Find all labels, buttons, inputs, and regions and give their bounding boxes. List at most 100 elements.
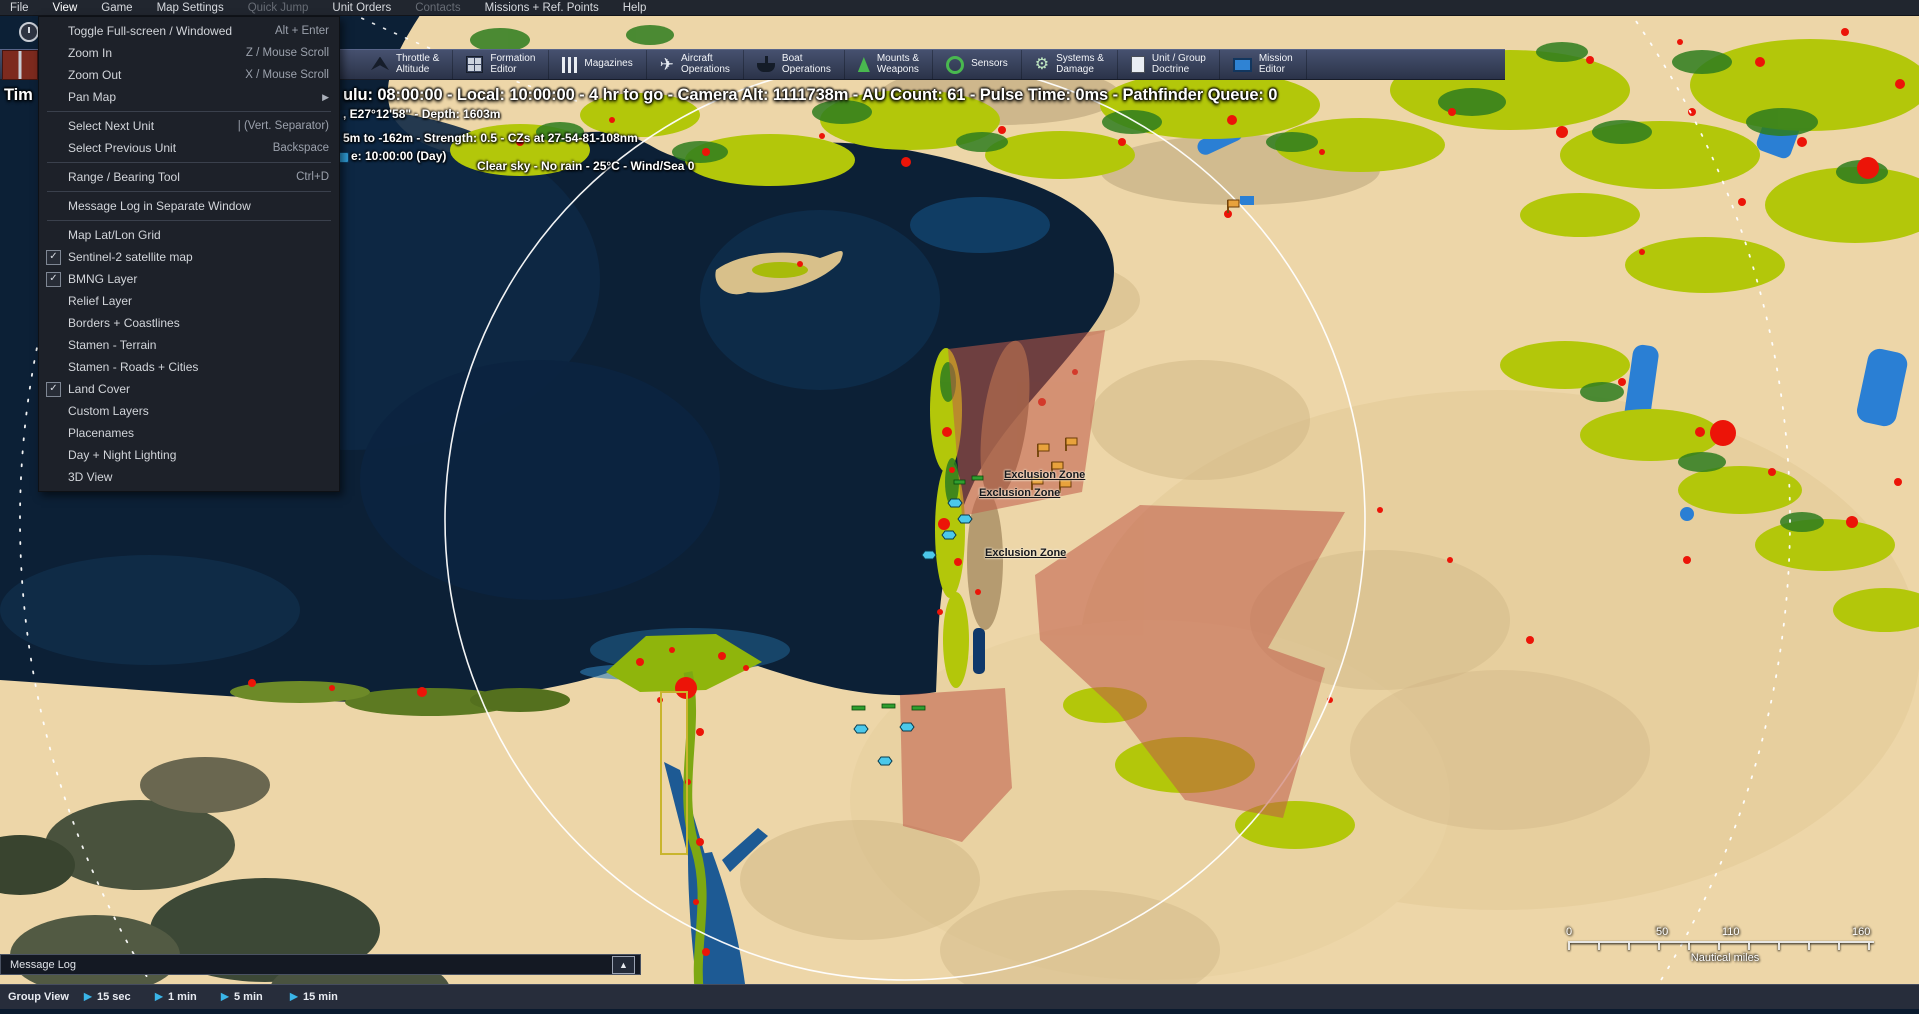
menu-item-select-next-unit[interactable]: Select Next Unit | (Vert. Separator) — [39, 115, 339, 137]
menu-unit-orders[interactable]: Unit Orders — [332, 2, 391, 14]
systems-damage-icon: ⚙ — [1035, 57, 1049, 73]
menu-item-label: Day + Night Lighting — [68, 448, 329, 462]
sensors-icon — [946, 56, 964, 74]
menu-item-zoom-in[interactable]: Zoom In Z / Mouse Scroll — [39, 42, 339, 64]
play-icon: ▶ — [290, 992, 298, 1003]
menu-item-sentinel2-satellite-map[interactable]: ✓ Sentinel-2 satellite map — [39, 246, 339, 268]
throttle-altitude-icon — [371, 57, 389, 73]
scale-tick: 110 — [1722, 926, 1740, 938]
toolbar-button-systems-damage[interactable]: ⚙ Systems &Damage — [1022, 50, 1118, 79]
toolbar-button-mounts-weapons[interactable]: Mounts &Weapons — [845, 50, 933, 79]
formation-editor-icon — [466, 56, 483, 73]
toolbar-button-label: MissionEditor — [1259, 54, 1293, 75]
toolbar-button-mission-editor[interactable]: MissionEditor — [1220, 50, 1307, 79]
menu-item-label: 3D View — [68, 470, 329, 484]
group-view-button[interactable]: Group View — [8, 991, 69, 1003]
check-slot: ✓ — [45, 382, 62, 397]
toolbar-button-throttle-altitude[interactable]: Throttle &Altitude — [358, 50, 453, 79]
exclusion-zone-label[interactable]: Exclusion Zone — [1004, 469, 1085, 481]
menu-item-label: Stamen - Terrain — [68, 338, 329, 352]
scale-unit-label: Nautical miles — [1560, 952, 1890, 964]
menu-item-day-night-lighting[interactable]: Day + Night Lighting — [39, 444, 339, 466]
expand-message-log-button[interactable]: ▲ — [612, 956, 635, 974]
menu-missions-ref-points[interactable]: Missions + Ref. Points — [485, 2, 599, 14]
menu-item-shortcut: Backspace — [273, 142, 329, 154]
menu-item-map-latlon-grid[interactable]: Map Lat/Lon Grid — [39, 224, 339, 246]
map-scale: 0 50 110 160 Nautical miles — [1560, 926, 1890, 964]
mounts-weapons-icon — [858, 57, 870, 72]
exclusion-zone-label[interactable]: Exclusion Zone — [985, 547, 1066, 559]
menu-item-message-log-separate-window[interactable]: Message Log in Separate Window — [39, 195, 339, 217]
mission-editor-icon — [1233, 58, 1252, 72]
magazines-icon — [562, 57, 577, 73]
menu-item-label: Placenames — [68, 426, 329, 440]
menu-item-custom-layers[interactable]: Custom Layers — [39, 400, 339, 422]
local-time-info: e: 10:00:00 (Day) — [351, 149, 446, 163]
menu-view[interactable]: View — [53, 2, 78, 14]
interval-1min-button[interactable]: 1 min — [168, 991, 197, 1003]
interval-15sec-button[interactable]: 15 sec — [97, 991, 131, 1003]
cursor-position-info: , E27°12'58" - Depth: 1603m — [343, 107, 500, 121]
menu-item-select-previous-unit[interactable]: Select Previous Unit Backspace — [39, 137, 339, 159]
menu-item-placenames[interactable]: Placenames — [39, 422, 339, 444]
toolbar-button-label: Mounts &Weapons — [877, 54, 919, 75]
check-slot: ✓ — [45, 250, 62, 265]
menu-item-shortcut: Z / Mouse Scroll — [246, 47, 329, 59]
menu-item-label: Select Next Unit — [68, 119, 238, 133]
interval-15min-button[interactable]: 15 min — [303, 991, 338, 1003]
toolbar-left-icon-fragment — [2, 50, 38, 80]
toolbar-button-unit-group-doctrine[interactable]: Unit / GroupDoctrine — [1118, 50, 1220, 79]
sonar-layer-info: 5m to -162m - Strength: 0.5 - CZs at 27-… — [343, 131, 638, 145]
time-label-fragment: Tim — [4, 86, 33, 105]
menu-item-pan-map[interactable]: Pan Map ▶ — [39, 86, 339, 108]
scale-tick: 0 — [1566, 926, 1572, 938]
menu-item-label: Toggle Full-screen / Windowed — [68, 24, 275, 38]
menu-item-label: Message Log in Separate Window — [68, 199, 329, 213]
menu-item-3d-view[interactable]: 3D View — [39, 466, 339, 488]
menu-item-label: Borders + Coastlines — [68, 316, 329, 330]
menu-item-relief-layer[interactable]: Relief Layer — [39, 290, 339, 312]
menu-item-stamen-roads-cities[interactable]: Stamen - Roads + Cities — [39, 356, 339, 378]
submenu-arrow-icon: ▶ — [322, 92, 329, 103]
message-log-bar[interactable]: Message Log ▲ — [0, 954, 641, 975]
boat-operations-icon — [757, 63, 775, 72]
toolbar-button-sensors[interactable]: Sensors — [933, 50, 1022, 79]
menu-item-label: Zoom In — [68, 46, 246, 60]
toolbar-button-label: Throttle &Altitude — [396, 54, 439, 75]
check-icon: ✓ — [46, 250, 61, 265]
menu-item-land-cover[interactable]: ✓ Land Cover — [39, 378, 339, 400]
menu-item-toggle-fullscreen[interactable]: Toggle Full-screen / Windowed Alt + Ente… — [39, 20, 339, 42]
play-icon: ▶ — [155, 992, 163, 1003]
toolbar-button-magazines[interactable]: Magazines — [549, 50, 646, 79]
scale-ruler — [1568, 941, 1874, 950]
menu-item-stamen-terrain[interactable]: Stamen - Terrain — [39, 334, 339, 356]
menu-separator — [47, 220, 331, 221]
check-slot: ✓ — [45, 272, 62, 287]
menu-file[interactable]: File — [10, 2, 29, 14]
menu-item-label: Land Cover — [68, 382, 329, 396]
toolbar-button-formation-editor[interactable]: FormationEditor — [453, 50, 549, 79]
menu-separator — [47, 191, 331, 192]
toolbar-button-label: Systems &Damage — [1056, 54, 1104, 75]
menu-map-settings[interactable]: Map Settings — [157, 2, 224, 14]
clock-icon[interactable] — [19, 22, 39, 42]
menu-item-label: Range / Bearing Tool — [68, 170, 296, 184]
scale-tick-labels: 0 50 110 160 — [1560, 926, 1890, 939]
menu-item-bmng-layer[interactable]: ✓ BMNG Layer — [39, 268, 339, 290]
toolbar-button-boat-operations[interactable]: BoatOperations — [744, 50, 845, 79]
interval-5min-button[interactable]: 5 min — [234, 991, 263, 1003]
menu-help[interactable]: Help — [623, 2, 647, 14]
toolbar-button-label: BoatOperations — [782, 54, 831, 75]
exclusion-zone-label[interactable]: Exclusion Zone — [979, 487, 1060, 499]
menu-item-borders-coastlines[interactable]: Borders + Coastlines — [39, 312, 339, 334]
aircraft-operations-icon: ✈ — [660, 56, 674, 73]
toolbar-button-aircraft-operations[interactable]: ✈ AircraftOperations — [647, 50, 744, 79]
menu-item-label: Custom Layers — [68, 404, 329, 418]
menu-item-range-bearing-tool[interactable]: Range / Bearing Tool Ctrl+D — [39, 166, 339, 188]
play-icon: ▶ — [221, 992, 229, 1003]
toolbar-button-label: Unit / GroupDoctrine — [1152, 54, 1206, 75]
menu-item-zoom-out[interactable]: Zoom Out X / Mouse Scroll — [39, 64, 339, 86]
view-menu-dropdown: Toggle Full-screen / Windowed Alt + Ente… — [38, 16, 340, 492]
menu-game[interactable]: Game — [101, 2, 132, 14]
menu-item-label: Pan Map — [68, 90, 322, 104]
